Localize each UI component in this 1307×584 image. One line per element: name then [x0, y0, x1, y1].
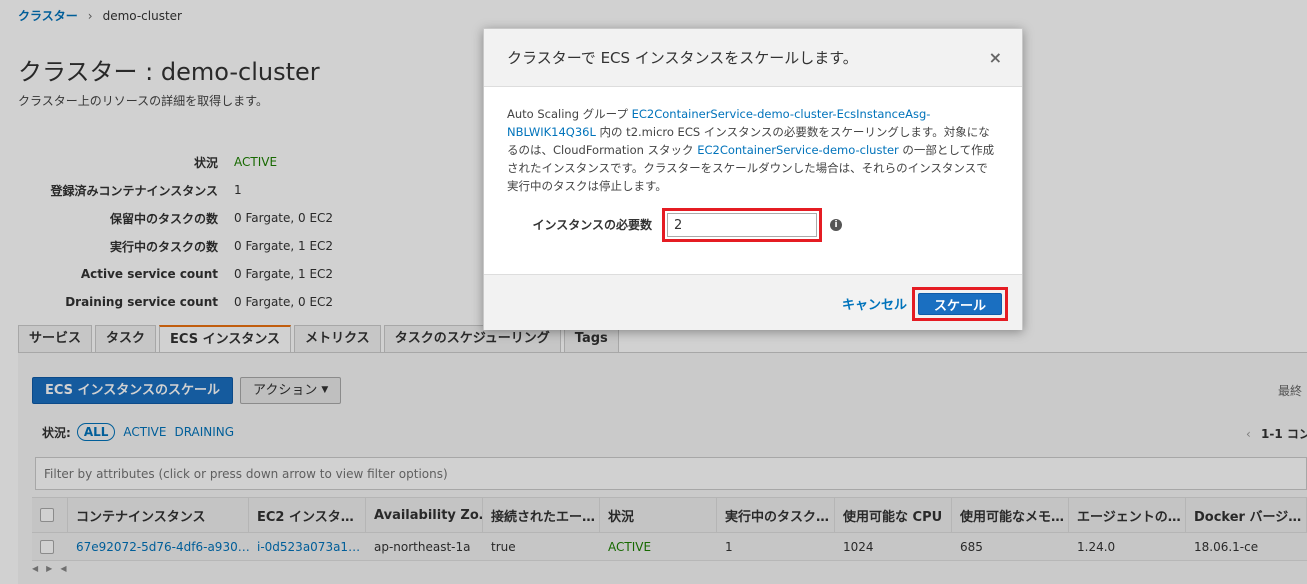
desired-count-row: インスタンスの必要数 i — [507, 207, 999, 243]
dialog-header: クラスターで ECS インスタンスをスケールします。 × — [484, 29, 1022, 87]
dialog-description: Auto Scaling グループ EC2ContainerService-de… — [507, 105, 999, 195]
scale-button[interactable]: スケール — [918, 293, 1002, 315]
dialog-footer: キャンセル スケール — [484, 274, 1022, 330]
highlight-box: スケール — [912, 287, 1008, 321]
info-icon[interactable]: i — [830, 219, 842, 231]
dialog-title: クラスターで ECS インスタンスをスケールします。 — [507, 49, 858, 67]
scale-instances-dialog: クラスターで ECS インスタンスをスケールします。 × Auto Scalin… — [483, 28, 1023, 330]
dialog-body: Auto Scaling グループ EC2ContainerService-de… — [484, 87, 1022, 243]
desired-count-input[interactable] — [667, 213, 817, 237]
close-icon[interactable]: × — [989, 48, 1002, 67]
cloudformation-stack-link[interactable]: EC2ContainerService-demo-cluster — [697, 143, 899, 157]
desired-count-label: インスタンスの必要数 — [532, 218, 652, 232]
cancel-button[interactable]: キャンセル — [842, 294, 907, 313]
description-part: Auto Scaling グループ — [507, 107, 632, 121]
highlight-box — [662, 208, 822, 242]
